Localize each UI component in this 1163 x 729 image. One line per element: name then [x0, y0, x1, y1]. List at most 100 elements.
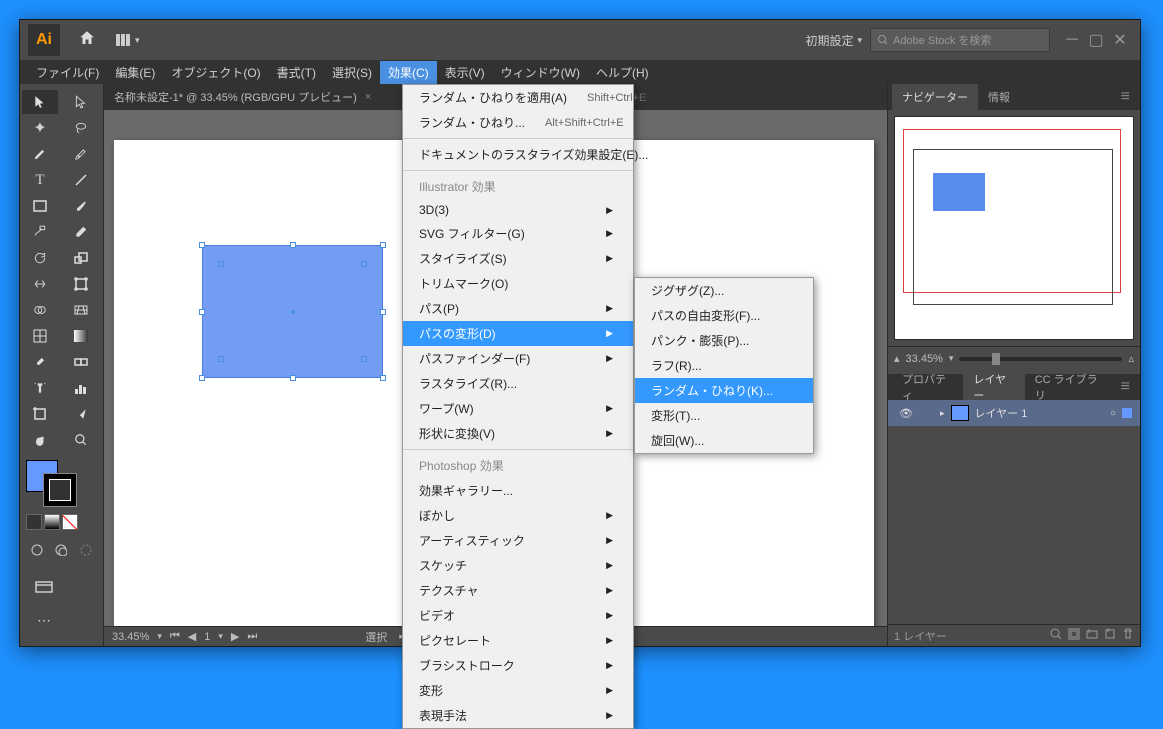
direct-selection-tool[interactable]	[63, 90, 99, 114]
menu-edit[interactable]: 編集(E)	[107, 61, 163, 84]
line-tool[interactable]	[63, 168, 99, 192]
layers-panel-menu-icon[interactable]: ≡	[1115, 378, 1136, 396]
nav-next-icon[interactable]: ▶	[231, 630, 239, 643]
tab-navigator[interactable]: ナビゲーター	[892, 84, 978, 110]
submenu-twist[interactable]: 旋回(W)...	[635, 428, 813, 453]
apply-last-effect[interactable]: ランダム・ひねりを適用(A) Shift+Ctrl+E	[403, 85, 633, 110]
shaper-tool[interactable]	[22, 220, 58, 244]
close-tab-icon[interactable]: ×	[365, 91, 371, 103]
eyedropper-tool[interactable]	[22, 350, 58, 374]
panel-menu-icon[interactable]: ≡	[1115, 88, 1136, 106]
blend-tool[interactable]	[63, 350, 99, 374]
effect-artistic[interactable]: アーティスティック▶	[403, 528, 633, 553]
layer-row[interactable]: 👁 ▸ レイヤー 1 ○	[888, 400, 1140, 426]
effect-crop-marks[interactable]: トリムマーク(O)	[403, 271, 633, 296]
submenu-roughen[interactable]: ラフ(R)...	[635, 353, 813, 378]
effect-rasterize[interactable]: ラスタライズ(R)...	[403, 371, 633, 396]
effect-svg-filters[interactable]: SVG フィルター(G)▶	[403, 221, 633, 246]
layer-expand-icon[interactable]: ▸	[940, 408, 945, 419]
magic-wand-tool[interactable]: ✦	[22, 116, 58, 140]
effect-pathfinder[interactable]: パスファインダー(F)▶	[403, 346, 633, 371]
draw-behind-icon[interactable]	[50, 538, 72, 562]
color-swatch[interactable]	[26, 514, 42, 530]
nav-first-icon[interactable]: ⏮	[170, 630, 180, 643]
slice-tool[interactable]	[63, 402, 99, 426]
selected-rectangle[interactable]	[202, 245, 383, 378]
home-icon[interactable]	[78, 29, 96, 52]
menu-type[interactable]: 書式(T)	[269, 61, 324, 84]
effect-sketch[interactable]: スケッチ▶	[403, 553, 633, 578]
effect-texture[interactable]: テクスチャ▶	[403, 578, 633, 603]
none-swatch[interactable]	[62, 514, 78, 530]
locate-layer-icon[interactable]	[1050, 628, 1062, 643]
gradient-swatch[interactable]	[44, 514, 60, 530]
last-effect[interactable]: ランダム・ひねり... Alt+Shift+Ctrl+E	[403, 110, 633, 135]
menu-select[interactable]: 選択(S)	[324, 61, 380, 84]
search-input[interactable]: Adobe Stock を検索	[870, 28, 1050, 52]
lasso-tool[interactable]	[63, 116, 99, 140]
menu-file[interactable]: ファイル(F)	[28, 61, 107, 84]
effect-warp[interactable]: ワープ(W)▶	[403, 396, 633, 421]
submenu-tweak[interactable]: ランダム・ひねり(K)...	[635, 378, 813, 403]
screen-mode-icon[interactable]	[26, 576, 62, 600]
effect-convert-shape[interactable]: 形状に変換(V)▶	[403, 421, 633, 446]
pen-tool[interactable]	[22, 142, 58, 166]
effect-gallery[interactable]: 効果ギャラリー...	[403, 478, 633, 503]
shape-builder-tool[interactable]	[22, 298, 58, 322]
new-sublayer-icon[interactable]	[1086, 628, 1098, 643]
menu-view[interactable]: 表示(V)	[437, 61, 493, 84]
symbol-sprayer-tool[interactable]	[22, 376, 58, 400]
menu-effect[interactable]: 効果(C)	[380, 61, 437, 84]
nav-zoom-dropdown-icon[interactable]: ▾	[949, 353, 954, 364]
arrangement-icon[interactable]: ▾	[116, 34, 140, 46]
type-tool[interactable]: T	[22, 168, 58, 192]
nav-prev-icon[interactable]: ◀	[188, 630, 196, 643]
page-number[interactable]: 1	[204, 631, 210, 643]
navigator-preview[interactable]	[894, 116, 1134, 340]
make-clipping-mask-icon[interactable]	[1068, 628, 1080, 643]
submenu-free-distort[interactable]: パスの自由変形(F)...	[635, 303, 813, 328]
menu-window[interactable]: ウィンドウ(W)	[493, 61, 588, 84]
zoom-readout[interactable]: 33.45%	[112, 631, 149, 643]
workspace-switcher[interactable]: 初期設定 ▾	[805, 32, 862, 49]
width-tool[interactable]	[22, 272, 58, 296]
rotate-tool[interactable]	[22, 246, 58, 270]
minimize-button[interactable]: ─	[1060, 30, 1084, 50]
nav-zoom-in-icon[interactable]: ▵	[1128, 352, 1134, 365]
effect-distort-transform[interactable]: パスの変形(D)▶	[403, 321, 633, 346]
eraser-tool[interactable]	[63, 220, 99, 244]
stroke-swatch[interactable]	[44, 474, 76, 506]
hand-tool[interactable]	[22, 428, 58, 452]
effect-stylize-ps[interactable]: 表現手法▶	[403, 703, 633, 728]
zoom-tool[interactable]	[63, 428, 99, 452]
mesh-tool[interactable]	[22, 324, 58, 348]
zoom-dropdown-icon[interactable]: ▾	[157, 631, 162, 642]
scale-tool[interactable]	[63, 246, 99, 270]
maximize-button[interactable]: ▢	[1084, 30, 1108, 50]
effect-3d[interactable]: 3D(3)▶	[403, 199, 633, 221]
curvature-tool[interactable]	[63, 142, 99, 166]
nav-last-icon[interactable]: ⏭	[247, 630, 257, 643]
raster-settings[interactable]: ドキュメントのラスタライズ効果設定(E)...	[403, 142, 633, 167]
effect-pixelate[interactable]: ピクセレート▶	[403, 628, 633, 653]
artboard-tool[interactable]	[22, 402, 58, 426]
selection-tool[interactable]	[22, 90, 58, 114]
brush-tool[interactable]	[63, 194, 99, 218]
page-dropdown-icon[interactable]: ▾	[218, 631, 223, 642]
effect-stylize[interactable]: スタイライズ(S)▶	[403, 246, 633, 271]
graph-tool[interactable]	[63, 376, 99, 400]
nav-zoom-out-icon[interactable]: ▴	[894, 352, 900, 365]
new-layer-icon[interactable]	[1104, 628, 1116, 643]
submenu-zigzag[interactable]: ジグザグ(Z)...	[635, 278, 813, 303]
effect-path[interactable]: パス(P)▶	[403, 296, 633, 321]
edit-toolbar-icon[interactable]: ⋯	[26, 608, 62, 632]
draw-normal-icon[interactable]	[26, 538, 48, 562]
perspective-tool[interactable]	[63, 298, 99, 322]
rectangle-tool[interactable]	[22, 194, 58, 218]
tab-info[interactable]: 情報	[978, 84, 1020, 110]
menu-help[interactable]: ヘルプ(H)	[588, 61, 657, 84]
free-transform-tool[interactable]	[63, 272, 99, 296]
draw-inside-icon[interactable]	[75, 538, 97, 562]
nav-zoom-slider[interactable]	[959, 357, 1122, 361]
submenu-pucker-bloat[interactable]: パンク・膨張(P)...	[635, 328, 813, 353]
